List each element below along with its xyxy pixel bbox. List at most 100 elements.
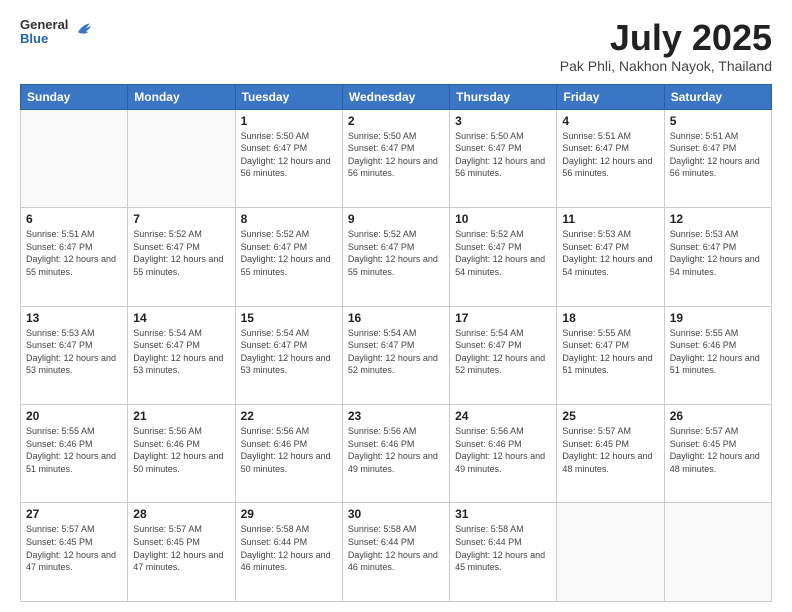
day-info: Sunrise: 5:56 AM Sunset: 6:46 PM Dayligh… (241, 425, 337, 475)
calendar-cell: 18 Sunrise: 5:55 AM Sunset: 6:47 PM Dayli… (557, 306, 664, 404)
day-number: 10 (455, 212, 551, 226)
day-number: 19 (670, 311, 766, 325)
calendar-cell (128, 109, 235, 207)
calendar-week-2: 6 Sunrise: 5:51 AM Sunset: 6:47 PM Daylig… (21, 208, 772, 306)
day-info: Sunrise: 5:52 AM Sunset: 6:47 PM Dayligh… (133, 228, 229, 278)
day-number: 28 (133, 507, 229, 521)
calendar-cell (21, 109, 128, 207)
day-info: Sunrise: 5:52 AM Sunset: 6:47 PM Dayligh… (241, 228, 337, 278)
day-info: Sunrise: 5:51 AM Sunset: 6:47 PM Dayligh… (26, 228, 122, 278)
calendar-cell: 9 Sunrise: 5:52 AM Sunset: 6:47 PM Daylig… (342, 208, 449, 306)
calendar-cell: 5 Sunrise: 5:51 AM Sunset: 6:47 PM Daylig… (664, 109, 771, 207)
day-number: 7 (133, 212, 229, 226)
calendar-cell: 27Sunrise: 5:57 AM Sunset: 6:45 PM Dayli… (21, 503, 128, 602)
day-number: 8 (241, 212, 337, 226)
day-number: 9 (348, 212, 444, 226)
day-number: 26 (670, 409, 766, 423)
day-number: 12 (670, 212, 766, 226)
logo-bird-icon (72, 19, 94, 41)
calendar-cell: 11Sunrise: 5:53 AM Sunset: 6:47 PM Dayli… (557, 208, 664, 306)
day-number: 1 (241, 114, 337, 128)
day-info: Sunrise: 5:54 AM Sunset: 6:47 PM Dayligh… (241, 327, 337, 377)
day-info: Sunrise: 5:55 AM Sunset: 6:46 PM Dayligh… (26, 425, 122, 475)
day-number: 2 (348, 114, 444, 128)
title-block: July 2025 Pak Phli, Nakhon Nayok, Thaila… (560, 18, 772, 74)
day-info: Sunrise: 5:52 AM Sunset: 6:47 PM Dayligh… (455, 228, 551, 278)
header: General Blue July 2025 Pak Phli, Nakhon … (20, 18, 772, 74)
day-number: 6 (26, 212, 122, 226)
calendar-cell: 13 Sunrise: 5:53 AM Sunset: 6:47 PM Dayli… (21, 306, 128, 404)
calendar-cell (664, 503, 771, 602)
day-number: 31 (455, 507, 551, 521)
calendar-cell: 22Sunrise: 5:56 AM Sunset: 6:46 PM Dayli… (235, 405, 342, 503)
day-number: 16 (348, 311, 444, 325)
day-number: 18 (562, 311, 658, 325)
calendar-cell: 16 Sunrise: 5:54 AM Sunset: 6:47 PM Dayli… (342, 306, 449, 404)
day-info: Sunrise: 5:55 AM Sunset: 6:47 PM Dayligh… (562, 327, 658, 377)
calendar-cell: 15 Sunrise: 5:54 AM Sunset: 6:47 PM Dayli… (235, 306, 342, 404)
logo-blue: Blue (20, 32, 68, 46)
day-number: 4 (562, 114, 658, 128)
logo: General Blue (20, 18, 94, 47)
day-number: 15 (241, 311, 337, 325)
calendar-cell: 7 Sunrise: 5:52 AM Sunset: 6:47 PM Daylig… (128, 208, 235, 306)
day-info: Sunrise: 5:57 AM Sunset: 6:45 PM Dayligh… (670, 425, 766, 475)
day-info: Sunrise: 5:53 AM Sunset: 6:47 PM Dayligh… (26, 327, 122, 377)
calendar-header-friday: Friday (557, 84, 664, 109)
day-number: 25 (562, 409, 658, 423)
calendar-cell: 17Sunrise: 5:54 AM Sunset: 6:47 PM Dayli… (450, 306, 557, 404)
calendar-cell: 29 Sunrise: 5:58 AM Sunset: 6:44 PM Dayli… (235, 503, 342, 602)
calendar-header-saturday: Saturday (664, 84, 771, 109)
day-number: 3 (455, 114, 551, 128)
calendar-cell: 3Sunrise: 5:50 AM Sunset: 6:47 PM Daylig… (450, 109, 557, 207)
calendar-cell: 19 Sunrise: 5:55 AM Sunset: 6:46 PM Dayli… (664, 306, 771, 404)
day-number: 13 (26, 311, 122, 325)
day-info: Sunrise: 5:58 AM Sunset: 6:44 PM Dayligh… (241, 523, 337, 573)
calendar-cell: 25Sunrise: 5:57 AM Sunset: 6:45 PM Dayli… (557, 405, 664, 503)
calendar-week-4: 20 Sunrise: 5:55 AM Sunset: 6:46 PM Dayli… (21, 405, 772, 503)
day-number: 21 (133, 409, 229, 423)
calendar-header-sunday: Sunday (21, 84, 128, 109)
day-info: Sunrise: 5:58 AM Sunset: 6:44 PM Dayligh… (348, 523, 444, 573)
calendar-cell: 6 Sunrise: 5:51 AM Sunset: 6:47 PM Daylig… (21, 208, 128, 306)
day-number: 17 (455, 311, 551, 325)
day-number: 24 (455, 409, 551, 423)
calendar-cell: 23Sunrise: 5:56 AM Sunset: 6:46 PM Dayli… (342, 405, 449, 503)
calendar-cell: 31 Sunrise: 5:58 AM Sunset: 6:44 PM Dayli… (450, 503, 557, 602)
day-info: Sunrise: 5:54 AM Sunset: 6:47 PM Dayligh… (133, 327, 229, 377)
calendar-cell: 2Sunrise: 5:50 AM Sunset: 6:47 PM Daylig… (342, 109, 449, 207)
calendar-cell: 10 Sunrise: 5:52 AM Sunset: 6:47 PM Dayli… (450, 208, 557, 306)
calendar-week-3: 13 Sunrise: 5:53 AM Sunset: 6:47 PM Dayli… (21, 306, 772, 404)
calendar-header-wednesday: Wednesday (342, 84, 449, 109)
day-number: 20 (26, 409, 122, 423)
day-number: 30 (348, 507, 444, 521)
calendar-week-1: 1 Sunrise: 5:50 AM Sunset: 6:47 PM Daylig… (21, 109, 772, 207)
calendar-cell: 1 Sunrise: 5:50 AM Sunset: 6:47 PM Daylig… (235, 109, 342, 207)
day-info: Sunrise: 5:53 AM Sunset: 6:47 PM Dayligh… (562, 228, 658, 278)
day-number: 14 (133, 311, 229, 325)
calendar-header-tuesday: Tuesday (235, 84, 342, 109)
calendar-header-row: SundayMondayTuesdayWednesdayThursdayFrid… (21, 84, 772, 109)
calendar-header-thursday: Thursday (450, 84, 557, 109)
day-number: 5 (670, 114, 766, 128)
day-number: 29 (241, 507, 337, 521)
calendar-cell: 24 Sunrise: 5:56 AM Sunset: 6:46 PM Dayli… (450, 405, 557, 503)
day-info: Sunrise: 5:51 AM Sunset: 6:47 PM Dayligh… (670, 130, 766, 180)
calendar-cell: 26 Sunrise: 5:57 AM Sunset: 6:45 PM Dayli… (664, 405, 771, 503)
day-info: Sunrise: 5:50 AM Sunset: 6:47 PM Dayligh… (241, 130, 337, 180)
day-info: Sunrise: 5:57 AM Sunset: 6:45 PM Dayligh… (26, 523, 122, 573)
calendar-header-monday: Monday (128, 84, 235, 109)
day-info: Sunrise: 5:58 AM Sunset: 6:44 PM Dayligh… (455, 523, 551, 573)
calendar-cell: 28Sunrise: 5:57 AM Sunset: 6:45 PM Dayli… (128, 503, 235, 602)
day-info: Sunrise: 5:56 AM Sunset: 6:46 PM Dayligh… (455, 425, 551, 475)
day-info: Sunrise: 5:52 AM Sunset: 6:47 PM Dayligh… (348, 228, 444, 278)
calendar-table: SundayMondayTuesdayWednesdayThursdayFrid… (20, 84, 772, 602)
day-info: Sunrise: 5:55 AM Sunset: 6:46 PM Dayligh… (670, 327, 766, 377)
day-number: 23 (348, 409, 444, 423)
calendar-cell (557, 503, 664, 602)
day-info: Sunrise: 5:53 AM Sunset: 6:47 PM Dayligh… (670, 228, 766, 278)
page: General Blue July 2025 Pak Phli, Nakhon … (0, 0, 792, 612)
title-location: Pak Phli, Nakhon Nayok, Thailand (560, 58, 772, 74)
day-info: Sunrise: 5:54 AM Sunset: 6:47 PM Dayligh… (348, 327, 444, 377)
calendar-cell: 20 Sunrise: 5:55 AM Sunset: 6:46 PM Dayli… (21, 405, 128, 503)
